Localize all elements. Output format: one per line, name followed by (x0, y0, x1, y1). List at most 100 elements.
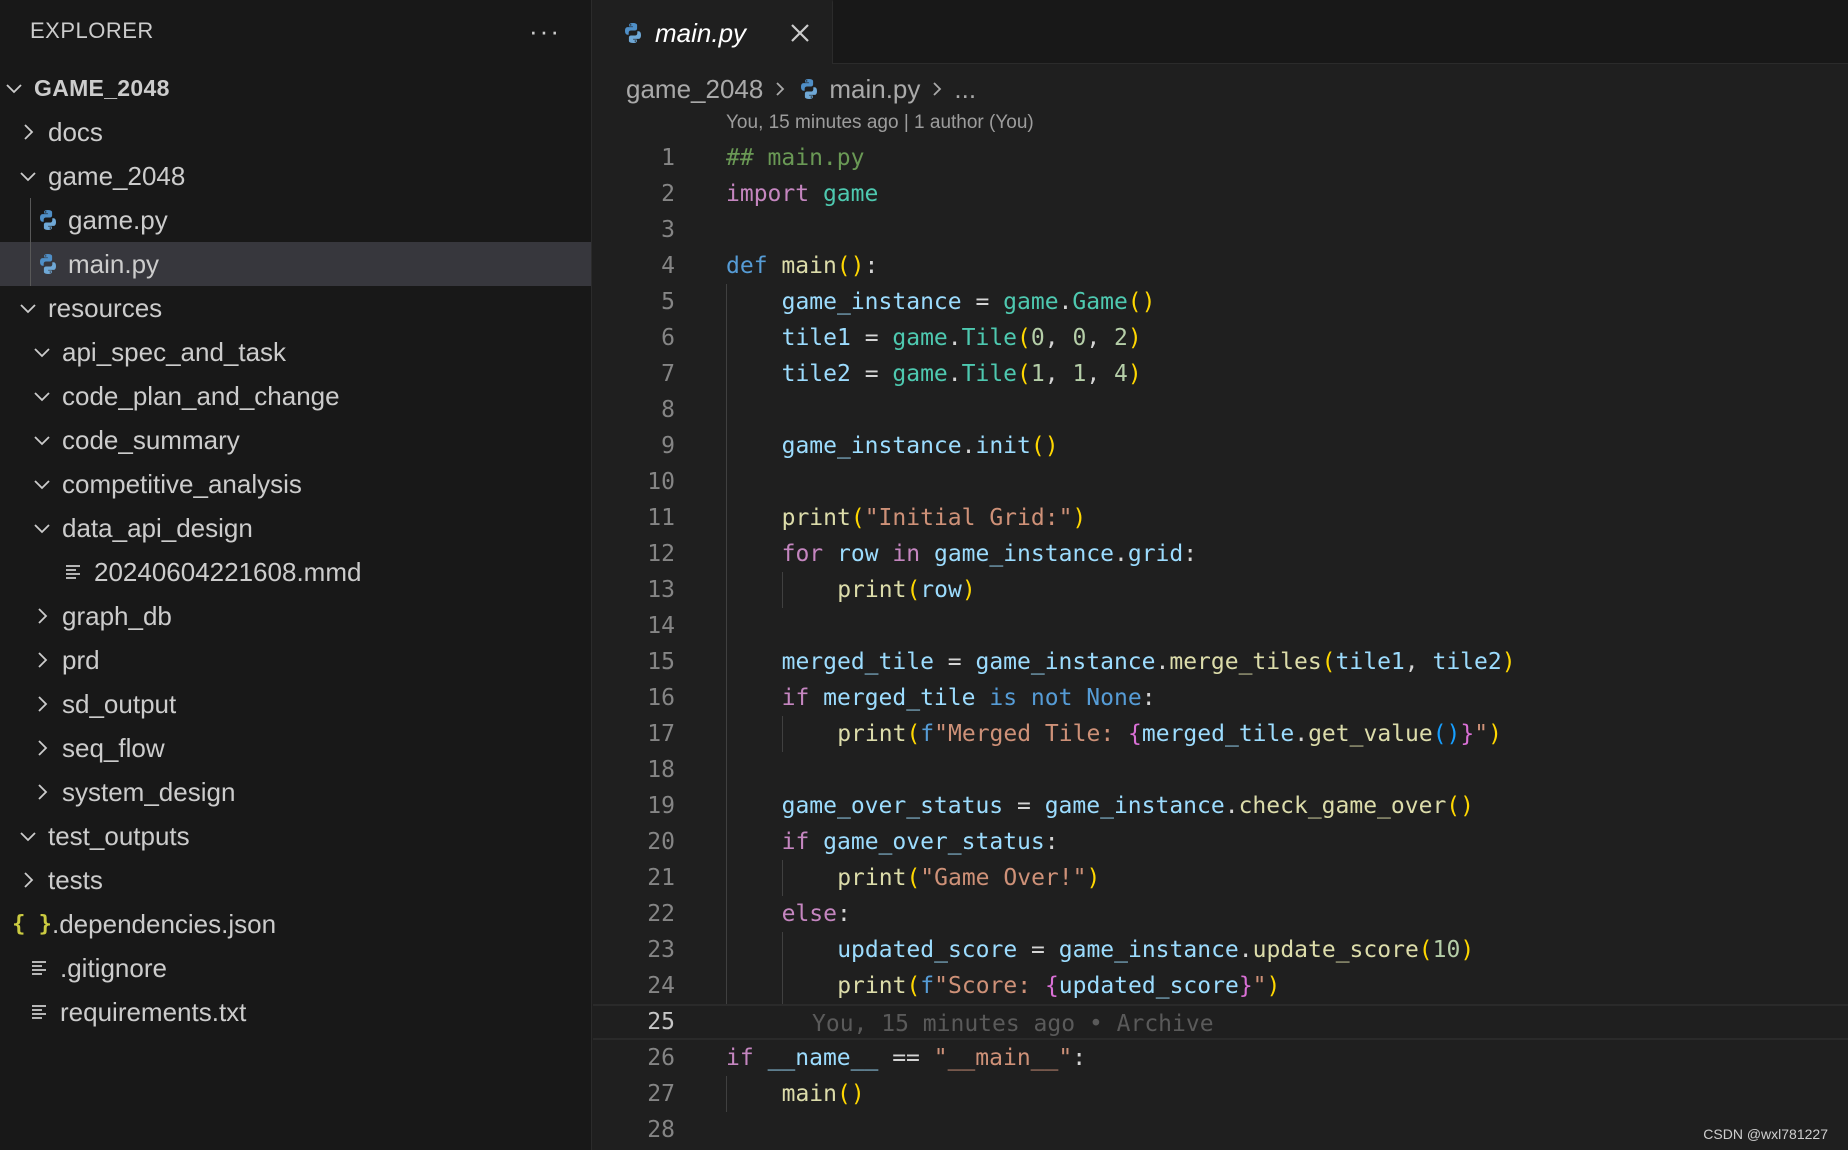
tree-folder[interactable]: system_design (0, 770, 591, 814)
tree-file[interactable]: .gitignore (0, 946, 591, 990)
tree-folder[interactable]: game_2048 (0, 154, 591, 198)
code-token: game_over_status (823, 829, 1045, 855)
tree-folder[interactable]: resources (0, 286, 591, 330)
line-number: 13 (647, 577, 675, 603)
code-token: : (836, 901, 851, 927)
breadcrumb-file[interactable]: main.py (829, 74, 920, 105)
code-token: " (1474, 721, 1489, 747)
code-token: game_instance (1044, 793, 1225, 819)
tree-folder[interactable]: code_plan_and_change (0, 374, 591, 418)
tree-folder[interactable]: seq_flow (0, 726, 591, 770)
indent-guide (30, 198, 31, 242)
more-actions-icon[interactable]: ··· (529, 18, 561, 44)
tree-file[interactable]: game.py (0, 198, 591, 242)
code-line[interactable]: 10 (593, 464, 1848, 500)
code-line[interactable]: 17 print(f "Merged Tile: {merged_tile. get_… (593, 716, 1848, 752)
explorer-sidebar: EXPLORER ··· GAME_2048docs game_2048 game.… (0, 0, 592, 1150)
code-line[interactable]: 12 for row in game_instance. grid: (593, 536, 1848, 572)
code-token: updated_score (837, 937, 1018, 963)
tree-folder[interactable]: api_spec_and_task (0, 330, 591, 374)
tree-folder[interactable]: data_api_design (0, 506, 591, 550)
code-line[interactable]: 4 def main(): (593, 248, 1848, 284)
code-line[interactable]: 7 tile2 = game. Tile(1, 1, 4) (593, 356, 1848, 392)
tab-main-py[interactable]: main.py (593, 0, 833, 64)
code-line[interactable]: 16 if merged_tile is not None: (593, 680, 1848, 716)
code-token: ( (1017, 361, 1031, 387)
code-line[interactable]: 14 (593, 608, 1848, 644)
code-token: grid (1127, 541, 1184, 567)
code-line[interactable]: 24 print(f "Score: {updated_score} ") (593, 968, 1848, 1004)
code-token: == (878, 1045, 934, 1071)
explorer-title: EXPLORER (30, 18, 154, 43)
indent-guide (726, 932, 727, 968)
tree-file[interactable]: main.py (0, 242, 591, 286)
code-line[interactable]: 13 print(row) (593, 572, 1848, 608)
tree-root[interactable]: GAME_2048 (0, 66, 591, 110)
code-line[interactable]: 18 (593, 752, 1848, 788)
code-line[interactable]: 27 main() (593, 1076, 1848, 1112)
line-number: 19 (647, 793, 675, 819)
breadcrumb-more[interactable]: ... (954, 74, 976, 105)
code-editor[interactable]: 1 ## main.py 2 import game 3 4 def main():5 gam… (593, 140, 1848, 1148)
code-line[interactable]: 8 (593, 392, 1848, 428)
code-token: ) (1127, 325, 1142, 351)
code-line[interactable]: 15 merged_tile = game_instance. merge_tile… (593, 644, 1848, 680)
code-line[interactable]: 20 if game_over_status: (593, 824, 1848, 860)
code-line[interactable]: 9 game_instance. init() (593, 428, 1848, 464)
text-file-icon (26, 957, 54, 979)
indent-guide (781, 572, 783, 608)
code-line[interactable]: 2 import game (593, 176, 1848, 212)
code-line[interactable]: 25 You, 15 minutes ago • Archive (593, 1004, 1848, 1040)
code-line[interactable]: 21 print("Game Over!") (593, 860, 1848, 896)
code-token: : (1072, 1045, 1087, 1071)
tree-folder[interactable]: graph_db (0, 594, 591, 638)
code-text: ## main.py (726, 140, 864, 176)
line-number: 21 (647, 865, 675, 891)
tree-folder[interactable]: tests (0, 858, 591, 902)
code-line[interactable]: 1 ## main.py (593, 140, 1848, 176)
indent-guide (726, 824, 727, 860)
code-token: { (1044, 973, 1059, 999)
code-line[interactable]: 6 tile1 = game. Tile(0, 0, 2) (593, 320, 1848, 356)
code-token: Tile (961, 325, 1018, 351)
tree-item-label: seq_flow (62, 732, 165, 763)
code-token: . (1294, 721, 1309, 747)
code-line[interactable]: 5 game_instance = game. Game() (593, 284, 1848, 320)
code-token: () (1432, 721, 1461, 747)
tree-file[interactable]: { } .dependencies.json (0, 902, 591, 946)
breadcrumb-folder[interactable]: game_2048 (626, 74, 763, 105)
tree-folder[interactable]: test_outputs (0, 814, 591, 858)
code-line[interactable]: 22 else: (593, 896, 1848, 932)
code-token: ) (1488, 721, 1502, 747)
code-line[interactable]: 26 if __name__ == "__main__": (593, 1040, 1848, 1076)
tree-folder[interactable]: code_summary (0, 418, 591, 462)
code-token: ( (1321, 649, 1336, 675)
code-text: print(f "Score: {updated_score} ") (837, 968, 1280, 1004)
tree-folder[interactable]: docs (0, 110, 591, 154)
tree-folder[interactable]: sd_output (0, 682, 591, 726)
code-line[interactable]: 11 print("Initial Grid:") (593, 500, 1848, 536)
code-line[interactable]: 23 updated_score = game_instance. update_s… (593, 932, 1848, 968)
close-icon[interactable] (786, 19, 814, 47)
code-token: ( (1418, 937, 1433, 963)
tree-folder[interactable]: competitive_analysis (0, 462, 591, 506)
code-token: game (1003, 289, 1059, 315)
code-line[interactable]: 19 game_over_status = game_instance. check… (593, 788, 1848, 824)
line-number: 24 (647, 973, 675, 999)
tree-item-label: requirements.txt (60, 996, 247, 1027)
code-line[interactable]: 28 (593, 1112, 1848, 1148)
blame-codelens[interactable]: You, 15 minutes ago | 1 author (You) (726, 112, 1034, 134)
code-token: print (837, 721, 907, 747)
code-token: : (864, 253, 879, 279)
tree-file[interactable]: 20240604221608.mmd (0, 550, 591, 594)
tree-folder[interactable]: prd (0, 638, 591, 682)
tree-item-label: GAME_2048 (34, 74, 170, 101)
code-token: ) (1266, 973, 1281, 999)
code-line[interactable]: 3 (593, 212, 1848, 248)
code-token: . (961, 433, 976, 459)
tree-file[interactable]: requirements.txt (0, 990, 591, 1034)
code-token: ) (1460, 937, 1475, 963)
code-text: game_instance = game. Game() (782, 284, 1156, 320)
